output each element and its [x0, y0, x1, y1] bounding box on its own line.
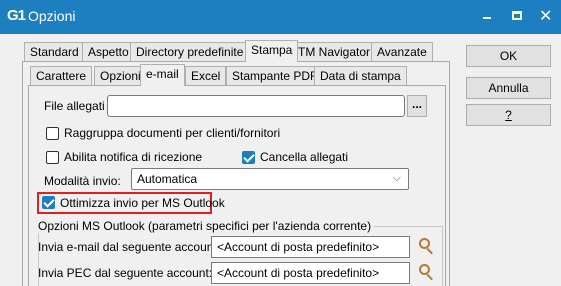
window-title: Opzioni: [28, 8, 76, 24]
close-button[interactable]: ✕: [531, 4, 561, 28]
tab-standard[interactable]: Standard: [24, 42, 85, 62]
file-allegati-label: File allegati: [44, 99, 105, 113]
notifica-label: Abilita notifica di ricezione: [64, 150, 203, 164]
cancella-allegati-checkbox[interactable]: [242, 151, 255, 164]
tab-aspetto[interactable]: Aspetto: [82, 42, 135, 62]
subtab-opzioni[interactable]: Opzioni: [94, 66, 147, 86]
subtab-carattere[interactable]: Carattere: [30, 66, 93, 86]
ottimizza-outlook-label: Ottimizza invio per MS Outlook: [60, 196, 225, 210]
minimize-icon: [483, 17, 491, 19]
tab-directory-predefinite[interactable]: Directory predefinite: [130, 42, 250, 62]
ok-button[interactable]: OK: [466, 45, 551, 67]
notifica-checkbox[interactable]: [46, 151, 59, 164]
maximize-button[interactable]: [503, 4, 533, 28]
search-icon[interactable]: [418, 237, 436, 255]
outlook-group-title: Opzioni MS Outlook (parametri specifici …: [38, 219, 375, 233]
subtab-data-di-stampa[interactable]: Data di stampa: [314, 66, 407, 86]
annulla-button[interactable]: Annulla: [466, 77, 551, 99]
close-icon: ✕: [539, 6, 553, 25]
raggruppa-label: Raggruppa documenti per clienti/fornitor…: [64, 126, 281, 140]
maximize-icon: [512, 11, 522, 20]
invia-pec-account-input[interactable]: <Account di posta predefinito>: [211, 262, 410, 284]
file-allegati-input[interactable]: [107, 95, 405, 117]
app-icon: G1: [7, 7, 26, 24]
chevron-down-icon: ⌵: [392, 172, 401, 184]
subtab-excel[interactable]: Excel: [185, 66, 227, 86]
tab-avanzate[interactable]: Avanzate: [371, 42, 433, 62]
tab-tm-navigator[interactable]: TM Navigator: [292, 42, 377, 62]
cancella-allegati-label: Cancella allegati: [260, 150, 349, 164]
search-icon[interactable]: [418, 263, 436, 281]
browse-button[interactable]: ...: [407, 95, 427, 117]
invia-email-account-input[interactable]: <Account di posta predefinito>: [211, 236, 410, 258]
tab-stampa[interactable]: Stampa: [245, 40, 299, 62]
modalita-invio-value: Automatica: [137, 172, 198, 186]
title-bar: G1 Opzioni ✕: [0, 0, 561, 34]
minimize-button[interactable]: [473, 4, 503, 28]
subtab-email[interactable]: e-mail: [140, 64, 185, 86]
modalita-invio-label: Modalità invio:: [44, 174, 121, 188]
raggruppa-checkbox[interactable]: [46, 127, 59, 140]
help-button[interactable]: ?: [466, 104, 551, 126]
invia-email-label: Invia e-mail dal seguente account:: [38, 240, 221, 254]
modalita-invio-select[interactable]: Automatica ⌵: [131, 168, 409, 190]
subtab-stampante-pdf[interactable]: Stampante PDF: [226, 66, 324, 86]
ottimizza-outlook-checkbox[interactable]: [42, 196, 55, 209]
invia-pec-label: Invia PEC dal seguente account:: [38, 266, 213, 280]
